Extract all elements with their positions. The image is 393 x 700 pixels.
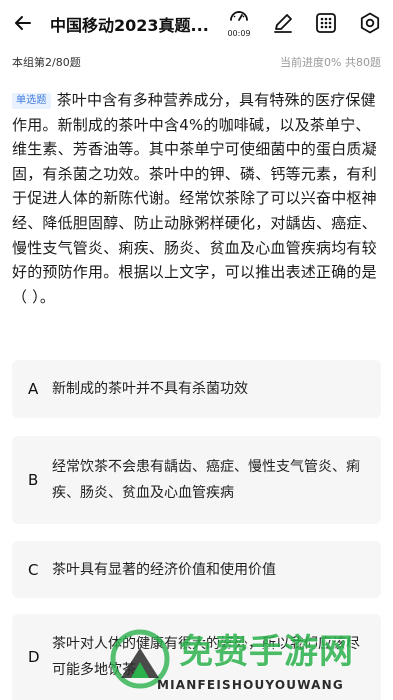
progress-status: 当前进度0% 共80题: [280, 54, 381, 70]
option-text: 茶叶具有显著的经济价值和使用价值: [52, 561, 276, 578]
progress-row: 本组第2/80题 当前进度0% 共80题: [0, 50, 393, 72]
option-letter: D: [28, 648, 40, 666]
watermark-subtitle: MIANFEISHOUYOUWANG: [157, 678, 344, 692]
settings-gear-icon[interactable]: [357, 10, 383, 36]
option-b[interactable]: B 经常饮茶不会患有龋齿、癌症、慢性支气管炎、痢疾、肠炎、贫血及心血管疾病: [12, 436, 381, 524]
top-bar: 中国移动2023真题... 00:09: [0, 0, 393, 46]
stopwatch-icon: [230, 11, 248, 21]
watermark: 免费手游网 MIANFEISHOUYOUWANG: [105, 620, 393, 700]
option-letter: B: [28, 471, 39, 489]
question-stem: 单选题 茶叶中含有多种营养成分，具有特殊的医疗保健作用。新制成的茶叶中含4%的咖啡…: [12, 88, 384, 309]
current-progress: 当前进度0%: [280, 56, 342, 69]
total-count: 共80题: [345, 56, 381, 69]
question-index: 本组第2/80题: [12, 56, 81, 69]
option-c[interactable]: C 茶叶具有显著的经济价值和使用价值: [12, 541, 381, 598]
option-text: 新制成的茶叶并不具有杀菌功效: [52, 381, 248, 397]
option-letter: A: [28, 380, 39, 398]
answer-sheet-grid-icon[interactable]: [313, 10, 339, 36]
question-text: 茶叶中含有多种营养成分，具有特殊的医疗保健作用。新制成的茶叶中含4%的咖啡碱，以…: [12, 91, 377, 306]
option-a[interactable]: A 新制成的茶叶并不具有杀菌功效: [12, 360, 381, 418]
page-title: 中国移动2023真题...: [50, 16, 209, 35]
watermark-title: 免费手游网: [179, 632, 354, 672]
back-arrow-icon[interactable]: [10, 10, 36, 36]
option-letter: C: [28, 560, 39, 579]
timer-button[interactable]: 00:09: [224, 6, 254, 40]
question-type-badge: 单选题: [12, 93, 51, 109]
pencil-icon[interactable]: [270, 10, 296, 36]
timer-value: 00:09: [227, 29, 251, 38]
option-text: 经常饮茶不会患有龋齿、癌症、慢性支气管炎、痢疾、肠炎、贫血及心血管疾病: [52, 459, 360, 501]
